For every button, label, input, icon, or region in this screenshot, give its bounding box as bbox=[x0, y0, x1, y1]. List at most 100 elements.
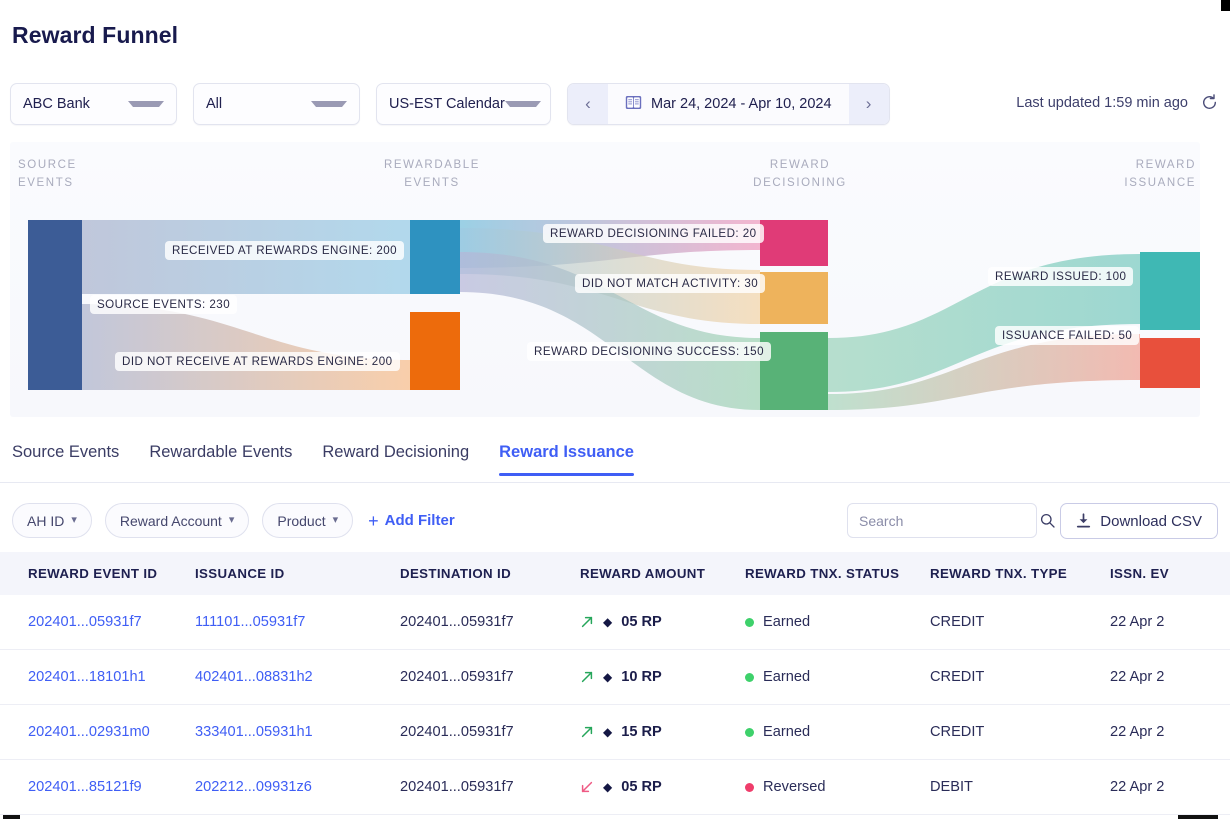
download-csv-button[interactable]: Download CSV bbox=[1060, 503, 1218, 539]
calendar-icon bbox=[625, 95, 642, 113]
cell-destination-id: 202401...05931f7 bbox=[400, 759, 580, 815]
flow-label-issuance-failed: ISSUANCE FAILED: 50 bbox=[995, 326, 1140, 345]
horizontal-scrollbar-left[interactable] bbox=[3, 815, 20, 819]
page-title: Reward Funnel bbox=[12, 22, 179, 48]
table-filter-chips: AH ID ▾ Reward Account ▾ Product ▾ + Add… bbox=[12, 503, 455, 538]
cell-reward-event-id[interactable]: 202401...85121f9 bbox=[0, 759, 195, 815]
points-diamond-icon: ◆ bbox=[603, 725, 613, 739]
reward-funnel-sankey: SOURCE EVENTS REWARDABLE EVENTS REWARD D… bbox=[10, 142, 1200, 417]
flow-label-no-match: DID NOT MATCH ACTIVITY: 30 bbox=[575, 274, 766, 293]
plus-icon: + bbox=[368, 510, 379, 531]
filter-chip-ah-id[interactable]: AH ID ▾ bbox=[12, 503, 92, 538]
chevron-down-icon bbox=[128, 101, 164, 107]
chevron-down-icon: ▾ bbox=[228, 514, 235, 526]
status-dot-icon bbox=[745, 617, 754, 627]
cell-issuance-id[interactable]: 402401...08831h2 bbox=[195, 649, 400, 705]
node-no-match bbox=[760, 272, 828, 324]
arrow-up-right-icon bbox=[580, 670, 594, 684]
flow-label-reward-issued: REWARD ISSUED: 100 bbox=[988, 267, 1134, 286]
cell-reward-tnx-status: Earned bbox=[745, 649, 930, 705]
bank-select[interactable]: ABC Bank bbox=[10, 83, 177, 125]
col-reward-amount[interactable]: REWARD AMOUNT bbox=[580, 552, 745, 595]
cell-reward-tnx-status: Reversed bbox=[745, 759, 930, 815]
cell-reward-event-id[interactable]: 202401...18101h1 bbox=[0, 649, 195, 705]
cell-reward-amount-value: 05 RP bbox=[621, 779, 662, 795]
col-reward-event-id[interactable]: REWARD EVENT ID bbox=[0, 552, 195, 595]
status-dot-icon bbox=[745, 672, 754, 682]
node-received bbox=[410, 220, 460, 294]
scope-select[interactable]: All bbox=[193, 83, 360, 125]
search-input[interactable] bbox=[859, 512, 1040, 529]
table-row[interactable]: 202401...85121f9 202212...09931z6 202401… bbox=[0, 759, 1230, 815]
cell-status-label: Reversed bbox=[763, 779, 826, 795]
cell-issuance-id[interactable]: 333401...05931h1 bbox=[195, 704, 400, 760]
calendar-select[interactable]: US-EST Calendar bbox=[376, 83, 551, 125]
date-range-picker[interactable]: ‹ Mar 24, 2024 - Apr 10, 2024 › bbox=[567, 83, 890, 125]
cell-status-label: Earned bbox=[763, 614, 811, 630]
table-row[interactable]: 202401...02931m0 333401...05931h1 202401… bbox=[0, 704, 1230, 760]
status-dot-icon bbox=[745, 727, 754, 737]
date-range-next-button[interactable]: › bbox=[848, 84, 889, 124]
cell-reward-amount-value: 10 RP bbox=[621, 669, 662, 685]
cell-reward-amount: ◆ 15 RP bbox=[580, 704, 745, 760]
tab-source-events[interactable]: Source Events bbox=[12, 443, 119, 475]
node-issuance-failed bbox=[1140, 338, 1200, 388]
add-filter-button[interactable]: + Add Filter bbox=[368, 512, 455, 530]
cell-reward-amount: ◆ 05 RP bbox=[580, 595, 745, 650]
chevron-down-icon bbox=[504, 101, 541, 107]
table-row[interactable]: 202401...05931f7 111101...05931f7 202401… bbox=[0, 595, 1230, 650]
scope-select-label: All bbox=[206, 96, 223, 112]
cell-status-label: Earned bbox=[763, 724, 811, 740]
cell-reward-tnx-status: Earned bbox=[745, 595, 930, 650]
arrow-up-right-icon bbox=[580, 615, 594, 629]
arrow-up-right-icon bbox=[580, 725, 594, 739]
cell-reward-amount: ◆ 10 RP bbox=[580, 649, 745, 705]
filter-chip-product[interactable]: Product ▾ bbox=[262, 503, 354, 538]
search-box[interactable] bbox=[847, 503, 1055, 538]
flow-label-decision-failed: REWARD DECISIONING FAILED: 20 bbox=[543, 224, 764, 243]
funnel-stage-tabs: Source Events Rewardable Events Reward D… bbox=[0, 443, 1230, 483]
refresh-icon[interactable] bbox=[1201, 94, 1218, 111]
filter-chip-reward-account[interactable]: Reward Account ▾ bbox=[104, 503, 250, 538]
tab-rewardable-events[interactable]: Rewardable Events bbox=[149, 443, 292, 475]
search-icon[interactable] bbox=[1040, 513, 1055, 528]
col-issuance-id[interactable]: ISSUANCE ID bbox=[195, 552, 400, 595]
date-range-value-button[interactable]: Mar 24, 2024 - Apr 10, 2024 bbox=[608, 84, 849, 124]
flow-source-to-not-received bbox=[82, 304, 410, 390]
col-issn-ev[interactable]: ISSN. EV bbox=[1110, 552, 1230, 595]
cell-status-label: Earned bbox=[763, 669, 811, 685]
col-reward-tnx-status[interactable]: REWARD TNX. STATUS bbox=[745, 552, 930, 595]
cell-reward-tnx-status: Earned bbox=[745, 704, 930, 760]
tab-reward-issuance[interactable]: Reward Issuance bbox=[499, 443, 634, 476]
reward-funnel-page: Reward Funnel ABC Bank All US-EST Calend… bbox=[0, 0, 1230, 825]
node-reward-issued bbox=[1140, 252, 1200, 330]
filter-chip-label: AH ID bbox=[27, 512, 65, 529]
col-destination-id[interactable]: DESTINATION ID bbox=[400, 552, 580, 595]
window-corner-marker bbox=[1221, 0, 1230, 11]
table-body: 202401...05931f7 111101...05931f7 202401… bbox=[0, 595, 1230, 815]
col-reward-tnx-type[interactable]: REWARD TNX. TYPE bbox=[930, 552, 1110, 595]
cell-destination-id: 202401...05931f7 bbox=[400, 649, 580, 705]
reward-issuance-table: REWARD EVENT ID ISSUANCE ID DESTINATION … bbox=[0, 552, 1230, 817]
date-range-prev-button[interactable]: ‹ bbox=[568, 84, 608, 124]
global-filter-bar: ABC Bank All US-EST Calendar ‹ Mar 24, 2… bbox=[10, 83, 890, 125]
cell-issn-ev: 22 Apr 2 bbox=[1110, 595, 1230, 650]
node-source-events bbox=[28, 220, 82, 390]
table-row[interactable]: 202401...18101h1 402401...08831h2 202401… bbox=[0, 649, 1230, 705]
filter-chip-label: Product bbox=[277, 512, 326, 529]
flow-label-not-received: DID NOT RECEIVE AT REWARDS ENGINE: 200 bbox=[115, 352, 400, 371]
arrow-down-left-icon bbox=[580, 780, 594, 794]
status-dot-icon bbox=[745, 782, 754, 792]
cell-reward-event-id[interactable]: 202401...05931f7 bbox=[0, 595, 195, 650]
cell-reward-amount-value: 15 RP bbox=[621, 724, 662, 740]
tab-reward-decisioning[interactable]: Reward Decisioning bbox=[322, 443, 469, 475]
filter-chip-label: Reward Account bbox=[119, 512, 222, 529]
chevron-down-icon bbox=[311, 101, 347, 107]
points-diamond-icon: ◆ bbox=[603, 615, 613, 629]
cell-reward-event-id[interactable]: 202401...02931m0 bbox=[0, 704, 195, 760]
cell-issuance-id[interactable]: 111101...05931f7 bbox=[195, 595, 400, 650]
cell-reward-tnx-type: CREDIT bbox=[930, 649, 1110, 705]
cell-issuance-id[interactable]: 202212...09931z6 bbox=[195, 759, 400, 815]
horizontal-scrollbar-right[interactable] bbox=[1178, 815, 1218, 819]
cell-reward-amount-value: 05 RP bbox=[621, 614, 662, 630]
